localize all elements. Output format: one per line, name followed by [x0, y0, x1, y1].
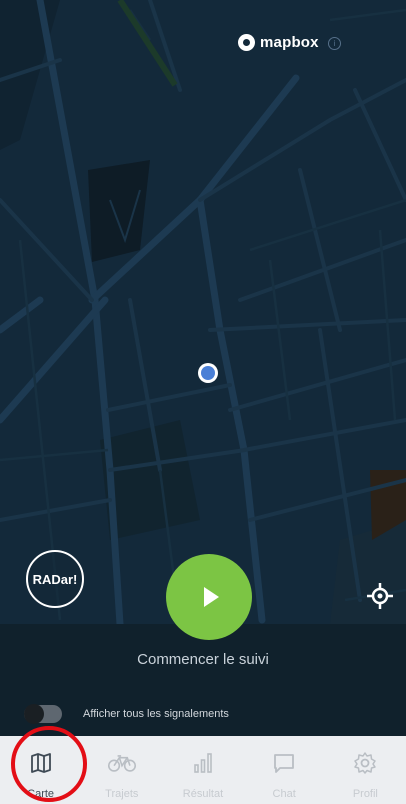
mapbox-wordmark: mapbox: [260, 34, 319, 51]
play-icon: [204, 587, 219, 607]
map-view[interactable]: mapbox i: [0, 0, 406, 624]
tab-profil[interactable]: Profil: [325, 736, 406, 804]
tab-trajets[interactable]: Trajets: [81, 736, 162, 804]
toggle-knob: [24, 704, 44, 724]
tab-chat[interactable]: Chat: [244, 736, 325, 804]
start-tracking-label: Commencer le suivi: [137, 651, 269, 668]
chat-bubble-icon: [269, 750, 299, 776]
app-screen: mapbox i RADar! Commencer le suivi Affic…: [0, 0, 406, 804]
info-icon[interactable]: i: [328, 37, 341, 50]
bicycle-icon: [107, 750, 137, 776]
locate-button[interactable]: [364, 580, 396, 612]
gear-icon: [350, 750, 380, 776]
tab-carte[interactable]: Carte: [0, 736, 81, 804]
mapbox-logo: mapbox: [238, 34, 319, 51]
tab-label: Profil: [352, 788, 378, 800]
show-all-reports-label: Afficher tous les signalements: [83, 708, 229, 720]
tab-label: Carte: [27, 788, 55, 800]
show-all-reports-toggle[interactable]: [24, 704, 62, 724]
crosshair-icon: [367, 583, 393, 609]
tab-label: Résultat: [182, 788, 224, 800]
tab-label: Chat: [272, 788, 296, 800]
radar-button[interactable]: RADar!: [26, 550, 84, 608]
start-tracking-button[interactable]: [166, 554, 252, 640]
street-map: [0, 0, 406, 624]
bottom-tab-bar: Carte Trajets Résultat Chat Profil: [0, 736, 406, 804]
tab-label: Trajets: [105, 788, 139, 800]
mapbox-mark-icon: [238, 34, 255, 51]
bar-chart-icon: [188, 750, 218, 776]
map-icon: [26, 750, 56, 776]
radar-button-label: RADar!: [32, 571, 78, 587]
tab-resultat[interactable]: Résultat: [162, 736, 243, 804]
